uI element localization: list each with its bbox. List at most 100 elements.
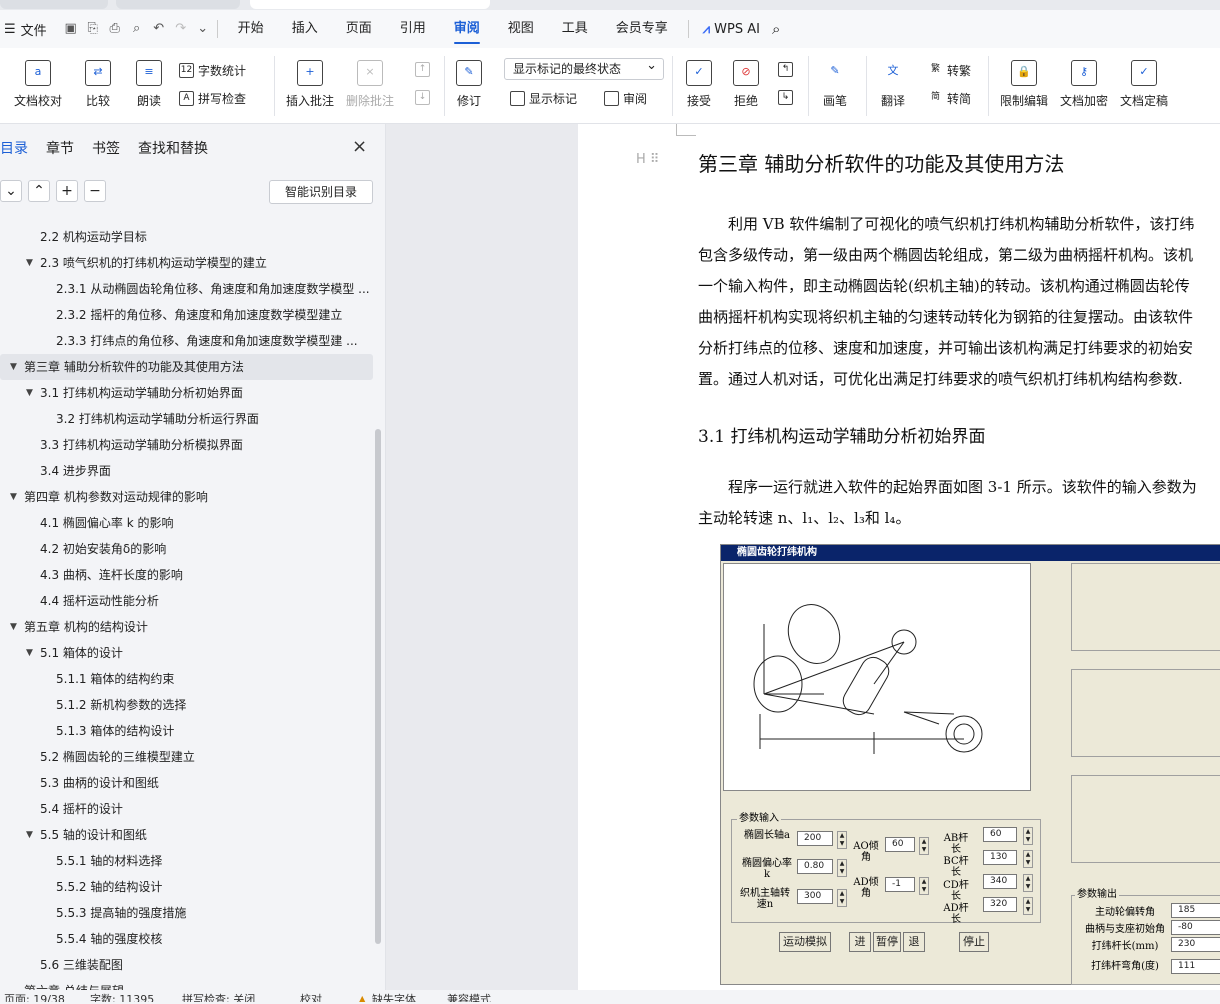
- delete-comment-button[interactable]: × 删除批注: [346, 60, 394, 109]
- toc-item[interactable]: 2.3.1 从动椭圆齿轮角位移、角速度和角加速度数学模型 ...: [0, 276, 373, 302]
- bc-input[interactable]: 130: [983, 850, 1017, 865]
- reject-button[interactable]: ⊘ 拒绝: [733, 60, 759, 109]
- close-icon[interactable]: ×: [352, 136, 367, 157]
- tab-find-replace[interactable]: 查找和替换: [138, 138, 208, 158]
- spinner[interactable]: ▲ ▼: [837, 831, 847, 849]
- pause-button[interactable]: 暂停: [873, 932, 901, 952]
- toc-item[interactable]: 4.2 初始安装角δ的影响: [0, 536, 373, 562]
- spinner[interactable]: ▲ ▼: [919, 837, 929, 855]
- ellipse-long-axis-input[interactable]: 200: [797, 831, 833, 846]
- window-tab[interactable]: [0, 0, 108, 9]
- tab-chapters[interactable]: 章节: [46, 138, 74, 158]
- toc-item[interactable]: 2.3 喷气织机的打纬机构运动学模型的建立: [0, 250, 373, 276]
- toc-item[interactable]: 5.1.1 箱体的结构约束: [0, 666, 373, 692]
- doc-check-button[interactable]: a 文档校对: [14, 60, 62, 109]
- tab-insert[interactable]: 插入: [278, 10, 332, 48]
- spinner[interactable]: ▲ ▼: [837, 859, 847, 877]
- tab-page[interactable]: 页面: [332, 10, 386, 48]
- chevron-up-icon[interactable]: ⌃: [28, 180, 50, 202]
- scrollbar[interactable]: [375, 429, 381, 944]
- word-count[interactable]: 字数: 11395: [90, 994, 154, 1003]
- read-aloud-button[interactable]: ≡ 朗读: [136, 60, 162, 109]
- tab-view[interactable]: 视图: [494, 10, 548, 48]
- toc-item[interactable]: 5.5.2 轴的结构设计: [0, 874, 373, 900]
- toc-item[interactable]: 2.3.3 打纬点的角位移、角速度和角加速度数学模型建 ...: [0, 328, 373, 354]
- toc-item[interactable]: 4.4 摇杆运动性能分析: [0, 588, 373, 614]
- toc-item[interactable]: 3.3 打纬机构运动学辅助分析模拟界面: [0, 432, 373, 458]
- spinner[interactable]: ▲ ▼: [1023, 827, 1033, 845]
- toc-item[interactable]: 5.5.4 轴的强度校核: [0, 926, 373, 952]
- toc-item[interactable]: 第四章 机构参数对运动规律的影响: [0, 484, 373, 510]
- cd-input[interactable]: 340: [983, 874, 1017, 889]
- next-change-button[interactable]: ↳: [778, 90, 793, 105]
- tab-bookmarks[interactable]: 书签: [92, 138, 120, 158]
- accept-button[interactable]: ✓ 接受: [686, 60, 712, 109]
- toc-item[interactable]: 5.3 曲柄的设计和图纸: [0, 770, 373, 796]
- toc-item[interactable]: 3.4 进步界面: [0, 458, 373, 484]
- pen-button[interactable]: ✎ 画笔: [822, 60, 848, 109]
- proof-status[interactable]: 校对: [300, 994, 322, 1003]
- expand-arrow-icon[interactable]: ▼: [10, 614, 17, 640]
- word-count-button[interactable]: 12 字数统计: [179, 62, 246, 79]
- tab-review[interactable]: 审阅: [440, 10, 494, 48]
- expand-arrow-icon[interactable]: ▼: [26, 640, 33, 666]
- file-menu[interactable]: ☰ 文件: [0, 20, 55, 39]
- missing-font[interactable]: 缺失字体: [372, 994, 416, 1003]
- print-preview-icon[interactable]: ⌕: [129, 21, 145, 37]
- spinner[interactable]: ▲ ▼: [837, 889, 847, 907]
- revise-button[interactable]: ✎ 修订: [456, 60, 482, 109]
- tab-references[interactable]: 引用: [386, 10, 440, 48]
- toc-item[interactable]: 3.1 打纬机构运动学辅助分析初始界面: [0, 380, 373, 406]
- redo-icon[interactable]: ↷: [173, 21, 189, 37]
- toc-item[interactable]: 5.1.3 箱体的结构设计: [0, 718, 373, 744]
- ab-input[interactable]: 60: [983, 827, 1017, 842]
- prev-comment-button[interactable]: ↑: [415, 62, 430, 77]
- toc-item[interactable]: 5.4 摇杆的设计: [0, 796, 373, 822]
- add-icon[interactable]: +: [56, 180, 78, 202]
- ad-input[interactable]: 320: [983, 897, 1017, 912]
- eccentricity-input[interactable]: 0.80: [797, 859, 833, 874]
- tab-toc[interactable]: 目录: [0, 138, 28, 158]
- print-icon[interactable]: ⎙: [107, 21, 123, 37]
- spell-status[interactable]: 拼写检查: 关闭: [182, 994, 255, 1003]
- toc-item[interactable]: 2.3.2 摇杆的角位移、角速度和角加速度数学模型建立: [0, 302, 373, 328]
- heading-handle-icon[interactable]: H ⠿: [636, 152, 659, 167]
- toc-item[interactable]: 5.2 椭圆齿轮的三维模型建立: [0, 744, 373, 770]
- toc-item[interactable]: 5.6 三维装配图: [0, 952, 373, 978]
- window-tab[interactable]: [116, 0, 240, 9]
- next-comment-button[interactable]: ↓: [415, 90, 430, 105]
- markup-state-select[interactable]: 显示标记的最终状态: [504, 56, 664, 80]
- page-indicator[interactable]: 页面: 19/38: [4, 994, 65, 1003]
- expand-arrow-icon[interactable]: ▼: [26, 380, 33, 406]
- show-markup-button[interactable]: 显示标记: [510, 90, 577, 107]
- toc-item[interactable]: 5.5.3 提高轴的强度措施: [0, 900, 373, 926]
- back-button[interactable]: 退: [903, 932, 925, 952]
- spindle-speed-input[interactable]: 300: [797, 889, 833, 904]
- undo-icon[interactable]: ↶: [151, 21, 167, 37]
- expand-arrow-icon[interactable]: ▼: [26, 822, 33, 848]
- spinner[interactable]: ▲ ▼: [1023, 850, 1033, 868]
- encrypt-button[interactable]: ⚷ 文档加密: [1060, 60, 1108, 109]
- wps-ai-button[interactable]: ⩘ WPS AI: [695, 22, 768, 37]
- stop-button[interactable]: 停止: [959, 932, 989, 952]
- tab-home[interactable]: 开始: [224, 10, 278, 48]
- expand-arrow-icon[interactable]: ▼: [10, 354, 17, 380]
- ao-angle-input[interactable]: 60: [885, 837, 915, 852]
- insert-comment-button[interactable]: + 插入批注: [286, 60, 334, 109]
- toc-item[interactable]: 4.3 曲柄、连杆长度的影响: [0, 562, 373, 588]
- spinner[interactable]: ▲ ▼: [919, 877, 929, 895]
- toc-item[interactable]: 5.5.1 轴的材料选择: [0, 848, 373, 874]
- toc-item[interactable]: 4.1 椭圆偏心率 k 的影响: [0, 510, 373, 536]
- toc-item[interactable]: 2.2 机构运动学目标: [0, 224, 373, 250]
- chevron-down-icon[interactable]: ⌄: [0, 180, 22, 202]
- to-traditional-button[interactable]: 繁转繁: [928, 62, 971, 79]
- expand-arrow-icon[interactable]: ▼: [10, 484, 17, 510]
- remove-icon[interactable]: −: [84, 180, 106, 202]
- finalize-button[interactable]: ✓ 文档定稿: [1120, 60, 1168, 109]
- spinner[interactable]: ▲ ▼: [1023, 897, 1033, 915]
- tab-tools[interactable]: 工具: [548, 10, 602, 48]
- translate-button[interactable]: 文翻译: [880, 60, 906, 109]
- search-icon[interactable]: ⌕: [772, 20, 780, 38]
- chevron-down-icon[interactable]: ⌄: [195, 21, 211, 37]
- save-icon[interactable]: ▣: [63, 21, 79, 37]
